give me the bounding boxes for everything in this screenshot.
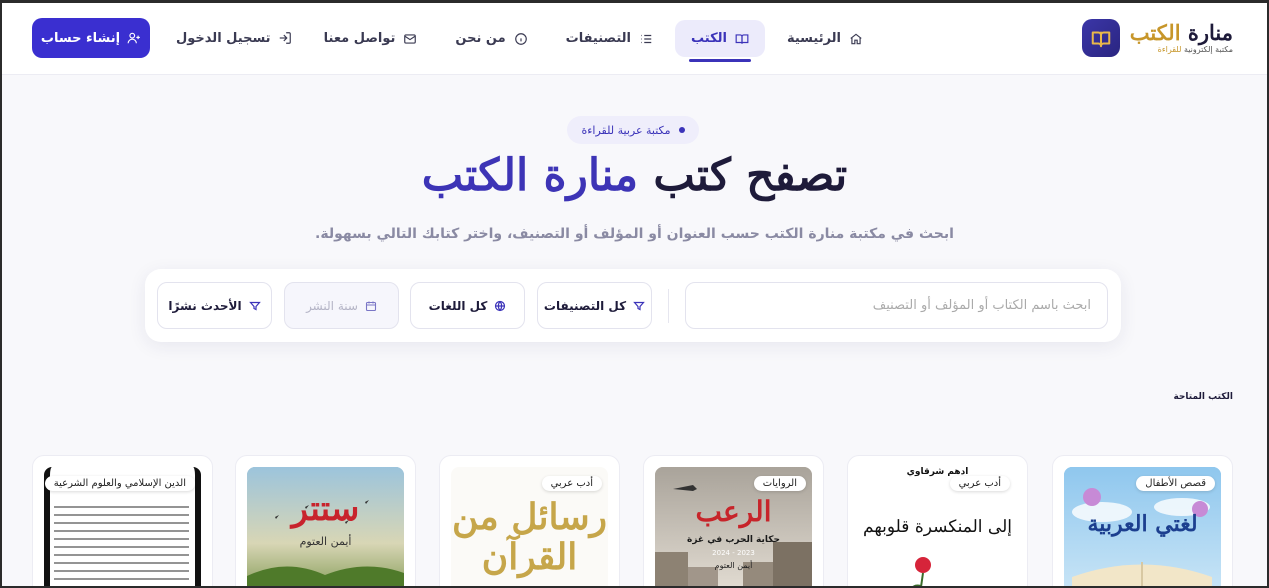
filter-icon	[633, 301, 645, 310]
sort-label: الأحدث نشرًا	[168, 298, 242, 313]
login-button[interactable]: تسجيل الدخول	[176, 31, 292, 46]
book-card[interactable]: الدين الإسلامي والعلوم الشرعية	[32, 455, 213, 588]
hero-pill-badge: مكتبة عربية للقراءة	[567, 116, 699, 144]
cover-title: إلى المنكسرة قلوبهم	[863, 517, 1012, 537]
brand-subtitle-main: مكتبة إلكترونية	[1183, 45, 1233, 54]
sort-icon	[248, 301, 261, 310]
info-icon	[514, 32, 527, 45]
pill-dot-icon	[678, 127, 685, 133]
brand-title-main: منارة	[1187, 20, 1233, 45]
brand-text: منارة الكتب مكتبة إلكترونية للقراءة	[1130, 21, 1233, 55]
user-plus-icon	[127, 32, 140, 44]
globe-icon	[495, 300, 506, 311]
search-placeholder: ابحث باسم الكتاب أو المؤلف أو التصنيف	[872, 298, 1091, 313]
nav-item-label: التصنيفات	[565, 31, 631, 46]
nav-item-label: الكتب	[691, 31, 727, 46]
cover-title: ستتر	[291, 489, 360, 529]
mail-icon	[404, 33, 417, 44]
search-divider	[668, 289, 669, 323]
search-input[interactable]: ابحث باسم الكتاب أو المؤلف أو التصنيف	[685, 282, 1108, 329]
cover-author: أيمن العتوم	[714, 561, 753, 570]
page-subtitle: ابحث في مكتبة منارة الكتب حسب العنوان أو…	[315, 226, 954, 242]
top-header: منارة الكتب مكتبة إلكترونية للقراءة الرئ…	[0, 0, 1269, 75]
search-filter-card: ابحث باسم الكتاب أو المؤلف أو التصنيف كل…	[145, 269, 1121, 342]
nav-item-about[interactable]: من نحن	[439, 20, 543, 57]
year-filter-placeholder: سنة النشر	[306, 298, 358, 313]
page-title-main: تصفح كتب	[653, 150, 848, 201]
section-heading: الكتب المتاحة	[1173, 392, 1233, 402]
brand-title: منارة الكتب	[1130, 21, 1233, 45]
category-filter-select[interactable]: كل التصنيفات	[537, 282, 652, 329]
brand-logo-block[interactable]: منارة الكتب مكتبة إلكترونية للقراءة	[1081, 19, 1233, 57]
year-filter-input[interactable]: سنة النشر	[284, 282, 399, 329]
brand-subtitle: مكتبة إلكترونية للقراءة	[1130, 45, 1233, 55]
language-filter-select[interactable]: كل اللغات	[410, 282, 525, 329]
list-icon	[641, 34, 652, 43]
cover-title: لغتي العربية	[1087, 511, 1198, 537]
book-card[interactable]: لغتي العربية قصص الأطفال	[1052, 455, 1233, 588]
login-icon	[279, 32, 291, 44]
auth-actions: إنشاء حساب تسجيل الدخول	[32, 18, 292, 58]
book-card[interactable]: رسائل من القرآن أدب عربي	[439, 455, 620, 588]
signup-button[interactable]: إنشاء حساب	[32, 18, 150, 58]
cover-subtitle: حكاية الحرب في غزة	[687, 535, 780, 545]
book-card[interactable]: ستتر أيمن العتوم	[235, 455, 416, 588]
calendar-icon	[365, 301, 376, 311]
sort-select[interactable]: الأحدث نشرًا	[157, 282, 272, 329]
nav-item-categories[interactable]: التصنيفات	[550, 20, 669, 57]
open-book-logo-icon	[1081, 19, 1120, 57]
brand-title-accent: الكتب	[1129, 20, 1181, 45]
language-filter-label: كل اللغات	[428, 298, 488, 313]
page-title-accent: منارة الكتب	[421, 150, 639, 201]
nav-item-label: تواصل معنا	[323, 31, 396, 46]
cover-years: 2023 - 2024	[712, 549, 755, 557]
book-card[interactable]: الرعب حكاية الحرب في غزة 2023 - 2024 أيم…	[643, 455, 824, 588]
rose-illustration-icon	[911, 557, 931, 588]
home-icon	[850, 33, 862, 44]
brand-subtitle-accent: للقراءة	[1157, 45, 1182, 54]
login-label: تسجيل الدخول	[176, 30, 271, 46]
nav-item-label: من نحن	[455, 31, 506, 46]
nav-item-home[interactable]: الرئيسية	[771, 20, 879, 57]
book-cover: ستتر أيمن العتوم	[247, 467, 404, 588]
hero-pill-label: مكتبة عربية للقراءة	[581, 123, 671, 137]
category-badge: الدين الإسلامي والعلوم الشرعية	[44, 476, 195, 491]
nav-item-label: الرئيسية	[786, 31, 841, 46]
category-filter-label: كل التصنيفات	[543, 298, 627, 313]
cover-author: أيمن العتوم	[299, 535, 352, 548]
category-badge: أدب عربي	[949, 476, 1010, 491]
category-badge: الروايات	[753, 476, 806, 491]
signup-label: إنشاء حساب	[40, 30, 121, 46]
category-badge: أدب عربي	[541, 476, 602, 491]
page-title: تصفح كتب منارة الكتب	[0, 150, 1269, 201]
cover-title: رسائل من القرآن	[451, 496, 608, 578]
book-card[interactable]: أدهم شرقاوي إلى المنكسرة قلوبهم أدب عربي	[847, 455, 1028, 588]
main-nav: الرئيسية الكتب التصنيفات من نحن تواصل مع…	[308, 20, 879, 62]
category-badge: قصص الأطفال	[1136, 476, 1215, 491]
nav-item-books[interactable]: الكتب	[675, 20, 765, 62]
book-icon	[735, 33, 749, 44]
nav-item-contact[interactable]: تواصل معنا	[308, 20, 434, 57]
cover-title: الرعب	[695, 495, 772, 528]
